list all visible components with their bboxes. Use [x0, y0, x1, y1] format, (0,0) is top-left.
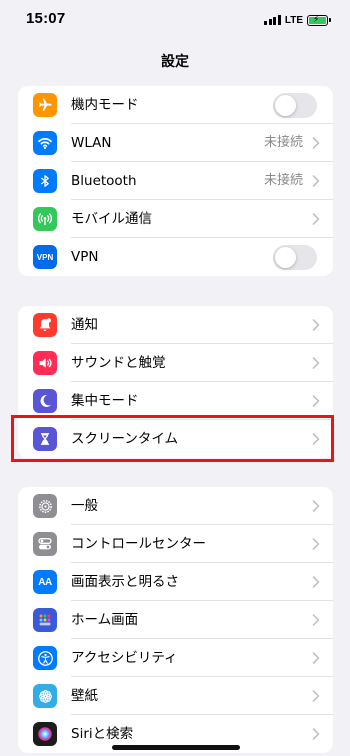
chevron-right-icon [312, 614, 320, 626]
settings-row-notifications[interactable]: 通知 [18, 306, 333, 344]
home-indicator[interactable] [112, 745, 240, 750]
settings-group-connectivity: 機内モード WLAN 未接続 Bluetooth 未接続 モバイル通信 VPN … [18, 86, 333, 276]
settings-row-label: VPN [71, 249, 99, 265]
status-bar: 15:07 LTE ⚡ [0, 0, 350, 40]
switches-icon [33, 532, 57, 556]
status-indicators: LTE ⚡ [264, 13, 331, 27]
display-icon: AA [33, 570, 57, 594]
status-time: 15:07 [26, 10, 66, 27]
chevron-right-icon [312, 576, 320, 588]
settings-row-label: 機内モード [71, 97, 139, 113]
chevron-right-icon [312, 433, 320, 445]
settings-row-airplane-mode[interactable]: 機内モード [18, 86, 333, 124]
settings-row-label: サウンドと触覚 [71, 355, 166, 371]
settings-row-wallpaper[interactable]: 壁紙 [18, 677, 333, 715]
settings-row-label: モバイル通信 [71, 211, 152, 227]
settings-row-label: スクリーンタイム [71, 431, 179, 447]
settings-row-display-brightness[interactable]: AA 画面表示と明るさ [18, 563, 333, 601]
wallpaper-icon [33, 684, 57, 708]
cellular-icon [33, 207, 57, 231]
chevron-right-icon [312, 319, 320, 331]
settings-row-label: 集中モード [71, 393, 139, 409]
accessibility-icon [33, 646, 57, 670]
settings-group-notifications: 通知 サウンドと触覚 集中モード スクリーンタイム [18, 306, 333, 458]
settings-row-label: 通知 [71, 317, 98, 333]
settings-row-accessibility[interactable]: アクセシビリティ [18, 639, 333, 677]
settings-row-label: 一般 [71, 498, 98, 514]
chevron-right-icon [312, 395, 320, 407]
airplane-icon [33, 93, 57, 117]
wlan-status-value: 未接続 [263, 135, 303, 150]
bluetooth-icon [33, 169, 57, 193]
settings-row-label: WLAN [71, 135, 112, 151]
home-screen-icon [33, 608, 57, 632]
signal-icon [264, 15, 281, 25]
settings-row-label: 壁紙 [71, 688, 98, 704]
sound-icon [33, 351, 57, 375]
chevron-right-icon [312, 137, 320, 149]
settings-row-general[interactable]: 一般 [18, 487, 333, 525]
chevron-right-icon [312, 500, 320, 512]
network-type-label: LTE [284, 14, 303, 26]
settings-row-mobile-data[interactable]: モバイル通信 [18, 200, 333, 238]
siri-icon [33, 722, 57, 746]
settings-row-focus[interactable]: 集中モード [18, 382, 333, 420]
settings-row-vpn[interactable]: VPN VPN [18, 238, 333, 276]
settings-row-bluetooth[interactable]: Bluetooth 未接続 [18, 162, 333, 200]
settings-row-home-screen[interactable]: ホーム画面 [18, 601, 333, 639]
moon-icon [33, 389, 57, 413]
chevron-right-icon [312, 175, 320, 187]
settings-row-label: ホーム画面 [71, 612, 139, 628]
settings-row-sounds-haptics[interactable]: サウンドと触覚 [18, 344, 333, 382]
settings-row-wlan[interactable]: WLAN 未接続 [18, 124, 333, 162]
settings-row-label: 画面表示と明るさ [71, 574, 179, 590]
page-title: 設定 [161, 54, 189, 70]
settings-row-label: アクセシビリティ [71, 650, 178, 666]
battery-icon: ⚡ [307, 14, 331, 26]
settings-row-control-center[interactable]: コントロールセンター [18, 525, 333, 563]
vpn-icon: VPN [33, 245, 57, 269]
notifications-icon [33, 313, 57, 337]
settings-row-label: コントロールセンター [71, 536, 206, 552]
vpn-toggle[interactable] [273, 245, 317, 270]
chevron-right-icon [312, 652, 320, 664]
chevron-right-icon [312, 728, 320, 740]
gear-icon [33, 494, 57, 518]
bluetooth-status-value: 未接続 [263, 173, 303, 188]
hourglass-icon [33, 427, 57, 451]
settings-group-general: 一般 コントロールセンター AA 画面表示と明るさ ホーム画面 アクセシビリティ… [18, 487, 333, 753]
chevron-right-icon [312, 690, 320, 702]
chevron-right-icon [312, 357, 320, 369]
settings-row-screen-time[interactable]: スクリーンタイム [18, 420, 333, 458]
airplane-mode-toggle[interactable] [273, 93, 317, 118]
chevron-right-icon [312, 538, 320, 550]
wifi-icon [33, 131, 57, 155]
chevron-right-icon [312, 213, 320, 225]
settings-row-label: Bluetooth [71, 173, 137, 189]
